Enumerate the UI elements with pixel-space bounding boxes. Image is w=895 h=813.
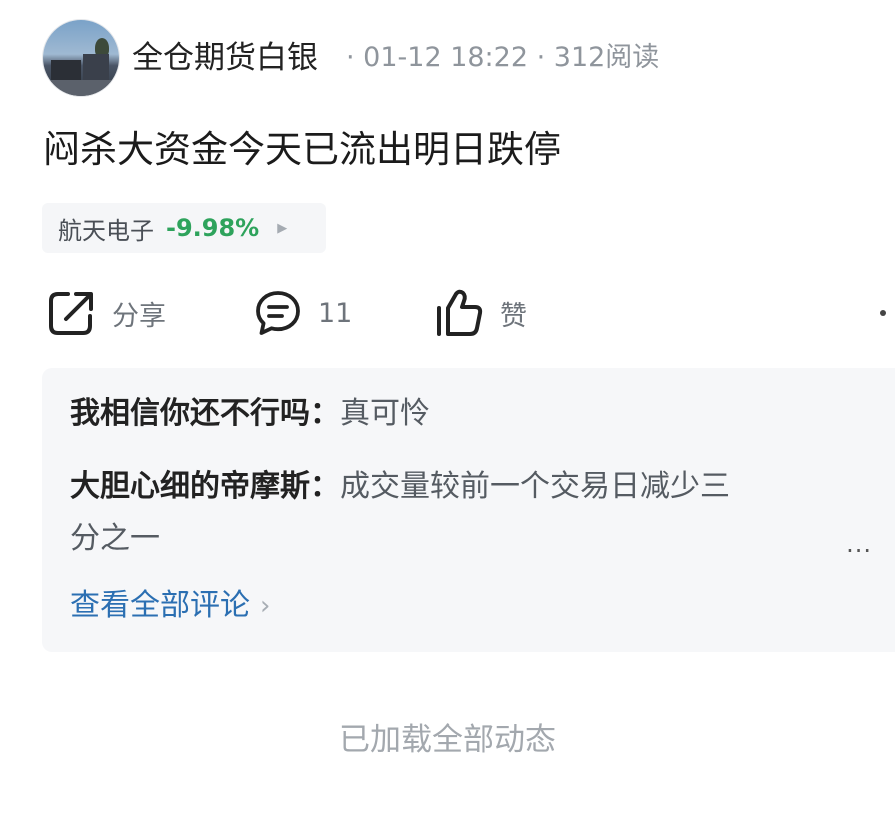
- post-meta: · 01-12 18:22 · 312阅读: [346, 42, 660, 73]
- comment-item[interactable]: 我相信你还不行吗：真可怜: [70, 394, 430, 434]
- comment-text-continued: 分之一: [70, 519, 160, 559]
- chevron-right-icon: ›: [260, 591, 271, 621]
- avatar[interactable]: [43, 20, 119, 96]
- play-arrow-icon: ▶: [277, 220, 288, 236]
- comment-count: 11: [318, 297, 353, 329]
- comment-text: 分之一: [70, 521, 160, 556]
- post-title[interactable]: 闷杀大资金今天已流出明日跌停: [43, 124, 561, 176]
- comment-text: 真可怜: [340, 396, 430, 431]
- comment-button[interactable]: 11: [254, 282, 352, 344]
- comments-card: 我相信你还不行吗：真可怜 大胆心细的帝摩斯：成交量较前一个交易日减少三 分之一 …: [42, 368, 895, 652]
- avatar-road-shape: [43, 80, 119, 96]
- avatar-building-shape: [51, 60, 81, 82]
- stock-chip[interactable]: 航天电子 -9.98% ▶: [42, 203, 326, 253]
- action-bar: 分享 11 赞: [0, 282, 895, 344]
- avatar-building-shape: [83, 54, 109, 82]
- stock-name: 航天电子: [58, 216, 154, 245]
- more-icon[interactable]: [880, 310, 886, 316]
- comment-user[interactable]: 我相信你还不行吗：: [70, 396, 340, 431]
- author-name[interactable]: 全仓期货白银: [132, 36, 318, 80]
- more-comments-ellipsis: ...: [846, 530, 872, 558]
- share-icon: [49, 292, 93, 335]
- view-all-comments-link[interactable]: 查看全部评论 ›: [70, 586, 270, 626]
- thumbs-up-icon: [437, 289, 483, 336]
- comment-icon: [256, 291, 300, 335]
- comment-user[interactable]: 大胆心细的帝摩斯：: [70, 469, 340, 504]
- comment-item[interactable]: 大胆心细的帝摩斯：成交量较前一个交易日减少三: [70, 467, 730, 507]
- view-all-comments-label: 查看全部评论: [70, 588, 250, 623]
- comment-text: 成交量较前一个交易日减少三: [340, 469, 730, 504]
- share-label: 分享: [112, 300, 166, 332]
- feed-end-notice: 已加载全部动态: [339, 722, 556, 758]
- stock-change: -9.98%: [166, 214, 260, 242]
- like-button[interactable]: 赞: [434, 282, 527, 344]
- share-button[interactable]: 分享: [46, 282, 166, 344]
- like-label: 赞: [500, 300, 527, 332]
